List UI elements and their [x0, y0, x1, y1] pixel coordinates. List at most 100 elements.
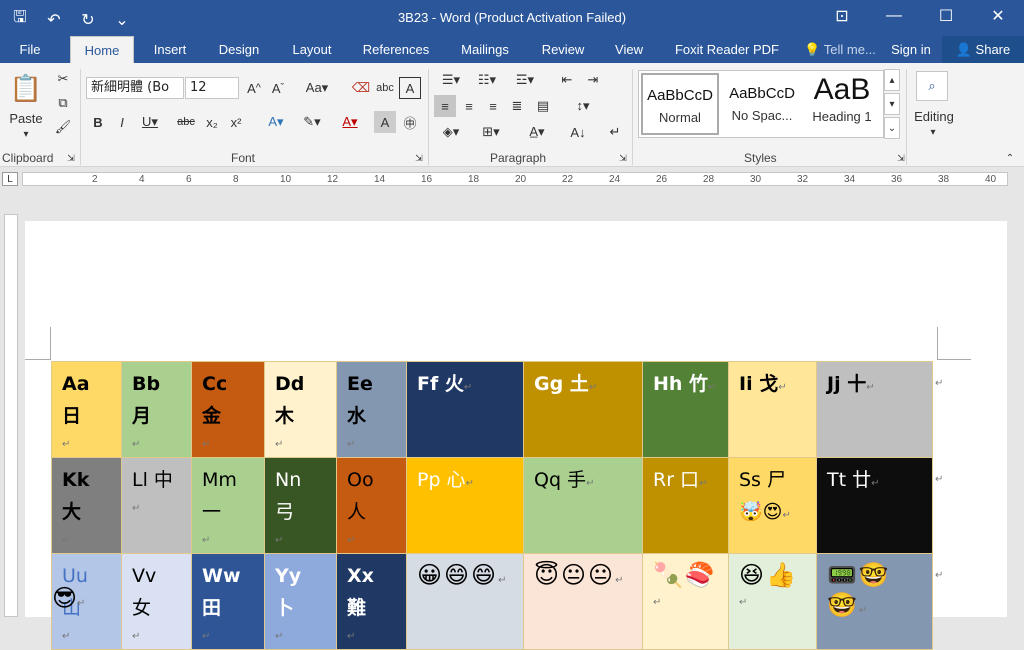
table-cell[interactable]: Nn 弓 ↵ — [264, 457, 337, 554]
table-cell[interactable]: Dd 木 ↵ — [264, 361, 337, 458]
sort-icon[interactable]: A↓ — [566, 121, 590, 143]
clipboard-launcher-icon[interactable]: ⇲ — [64, 151, 78, 165]
style-no-spacing[interactable]: AaBbCcD No Spac... — [723, 73, 801, 135]
sign-in-link[interactable]: Sign in — [886, 36, 936, 64]
horizontal-ruler[interactable]: L 2 4 6 8 10 12 14 16 18 20 22 24 26 28 30 32 34 36 38 40 — [0, 168, 1024, 190]
italic-icon[interactable]: I — [112, 111, 132, 133]
ribbon-display-icon[interactable]: ⊡ — [816, 0, 868, 32]
increase-indent-icon[interactable]: ⇥ — [582, 69, 604, 91]
tab-design[interactable]: Design — [212, 36, 266, 64]
grow-font-icon[interactable]: A ^ — [244, 77, 264, 99]
highlight-color-icon[interactable]: ✎▾ — [296, 111, 328, 133]
line-spacing-icon[interactable]: ↕▾ — [566, 95, 600, 117]
strikethrough-icon[interactable]: abc — [174, 111, 198, 133]
close-icon[interactable]: ✕ — [972, 0, 1024, 32]
table-cell[interactable]: Cc 金 ↵ — [191, 361, 265, 458]
share-button[interactable]: 👤 Share — [942, 36, 1024, 64]
styles-scroll-up-icon[interactable]: ▴ — [884, 69, 900, 91]
find-icon[interactable]: ⌕ — [916, 71, 948, 101]
shading-icon[interactable]: ◈▾ — [434, 121, 468, 143]
table-cell[interactable]: 😇😐😐↵ — [523, 553, 643, 650]
styles-scroll-down-icon[interactable]: ▾ — [884, 93, 900, 115]
justify-icon[interactable]: ≣ — [506, 95, 528, 117]
multilevel-list-icon[interactable]: ☲▾ — [508, 69, 542, 91]
distributed-icon[interactable]: ▤ — [532, 95, 554, 117]
trailing-emoji[interactable]: 😎↵ — [52, 584, 85, 613]
table-cell[interactable]: 🍡🍣 ↵ — [642, 553, 729, 650]
styles-more-icon[interactable]: ⌄ — [884, 117, 900, 139]
paste-button[interactable]: Paste — [6, 109, 46, 127]
table-cell[interactable]: Ee 水 ↵ — [336, 361, 407, 458]
center-icon[interactable]: ≡ — [458, 95, 480, 117]
table-cell[interactable]: Vv 女 ↵ — [121, 553, 192, 650]
collapse-ribbon-icon[interactable]: ⌃ — [1002, 151, 1018, 165]
table-cell[interactable]: 📟🤓🤓↵ — [816, 553, 933, 650]
table-cell[interactable]: 😀😄😄↵ — [406, 553, 524, 650]
tab-review[interactable]: Review — [536, 36, 590, 64]
numbering-icon[interactable]: ☷▾ — [470, 69, 504, 91]
table-cell[interactable]: Gg 土↵ — [523, 361, 643, 458]
tab-selector-icon[interactable]: L — [2, 172, 18, 186]
minimize-icon[interactable]: — — [868, 0, 920, 32]
bullets-icon[interactable]: ☰▾ — [434, 69, 468, 91]
tab-view[interactable]: View — [608, 36, 650, 64]
phonetic-guide-icon[interactable]: abc — [374, 77, 396, 99]
paragraph-launcher-icon[interactable]: ⇲ — [616, 151, 630, 165]
table-cell[interactable]: Ww 田 ↵ — [191, 553, 265, 650]
enclose-characters-icon[interactable]: ㊥ — [399, 111, 421, 133]
font-size-combo[interactable]: 12 — [185, 77, 239, 99]
table-cell[interactable]: Kk 大 ↵ — [51, 457, 122, 554]
align-left-icon[interactable]: ≡ — [434, 95, 456, 117]
font-name-combo[interactable]: 新細明體 (Bo — [86, 77, 184, 99]
table-cell[interactable]: Tt 廿↵ — [816, 457, 933, 554]
shrink-font-icon[interactable]: Aˇ — [268, 77, 288, 99]
tell-me-box[interactable]: 💡 Tell me... — [800, 36, 880, 64]
editing-dropdown-icon[interactable]: ▾ — [924, 125, 942, 139]
table-cell[interactable]: Ff 火↵ — [406, 361, 524, 458]
table-cell[interactable]: Jj 十↵ — [816, 361, 933, 458]
table-cell[interactable]: Mm 一 ↵ — [191, 457, 265, 554]
table-cell[interactable]: Hh 竹↵ — [642, 361, 729, 458]
table-cell[interactable]: Pp 心↵ — [406, 457, 524, 554]
maximize-icon[interactable]: ☐ — [920, 0, 972, 32]
font-color-icon[interactable]: A▾ — [334, 111, 366, 133]
tab-file[interactable]: File — [8, 36, 52, 64]
table-cell[interactable]: Rr 口↵ — [642, 457, 729, 554]
table-cell[interactable]: Yy 卜 ↵ — [264, 553, 337, 650]
tab-references[interactable]: References — [360, 36, 432, 64]
table-cell[interactable]: Qq 手↵ — [523, 457, 643, 554]
clear-formatting-icon[interactable]: ⌫ — [350, 77, 372, 99]
editing-button[interactable]: Editing — [908, 107, 960, 125]
underline-icon[interactable]: U▾ — [136, 111, 164, 133]
asian-layout-icon[interactable]: A̲▾ — [520, 121, 554, 143]
tab-home[interactable]: Home — [70, 36, 134, 64]
tab-mailings[interactable]: Mailings — [452, 36, 518, 64]
paste-icon[interactable]: 📋 — [8, 71, 44, 105]
bold-icon[interactable]: B — [88, 111, 108, 133]
table-cell[interactable]: 😆👍 ↵ — [728, 553, 817, 650]
character-shading-icon[interactable]: A — [374, 111, 396, 133]
font-launcher-icon[interactable]: ⇲ — [412, 151, 426, 165]
style-normal[interactable]: AaBbCcD Normal — [641, 73, 719, 135]
vertical-ruler[interactable] — [4, 214, 18, 617]
table-cell[interactable]: Xx 難 ↵ — [336, 553, 407, 650]
table-cell[interactable]: Oo 人 ↵ — [336, 457, 407, 554]
decrease-indent-icon[interactable]: ⇤ — [556, 69, 578, 91]
table-cell[interactable]: Ll 中 ↵ — [121, 457, 192, 554]
show-hide-marks-icon[interactable]: ↵ — [604, 121, 626, 143]
paste-dropdown-icon[interactable]: ▾ — [16, 127, 36, 141]
text-effects-icon[interactable]: A▾ — [260, 111, 292, 133]
copy-icon[interactable]: ⧉ — [52, 93, 74, 113]
format-painter-icon[interactable]: 🖌 — [52, 117, 74, 137]
align-right-icon[interactable]: ≡ — [482, 95, 504, 117]
cut-icon[interactable]: ✂ — [52, 69, 74, 89]
borders-icon[interactable]: ⊞▾ — [474, 121, 508, 143]
tab-insert[interactable]: Insert — [145, 36, 195, 64]
table-cell[interactable]: Aa 日 ↵ — [51, 361, 122, 458]
tab-layout[interactable]: Layout — [285, 36, 339, 64]
character-border-icon[interactable]: A — [399, 77, 421, 99]
superscript-icon[interactable]: x² — [226, 111, 246, 133]
style-heading-1[interactable]: AaB Heading 1 — [803, 73, 881, 135]
table-cell[interactable]: Bb 月 ↵ — [121, 361, 192, 458]
subscript-icon[interactable]: x₂ — [202, 111, 222, 133]
